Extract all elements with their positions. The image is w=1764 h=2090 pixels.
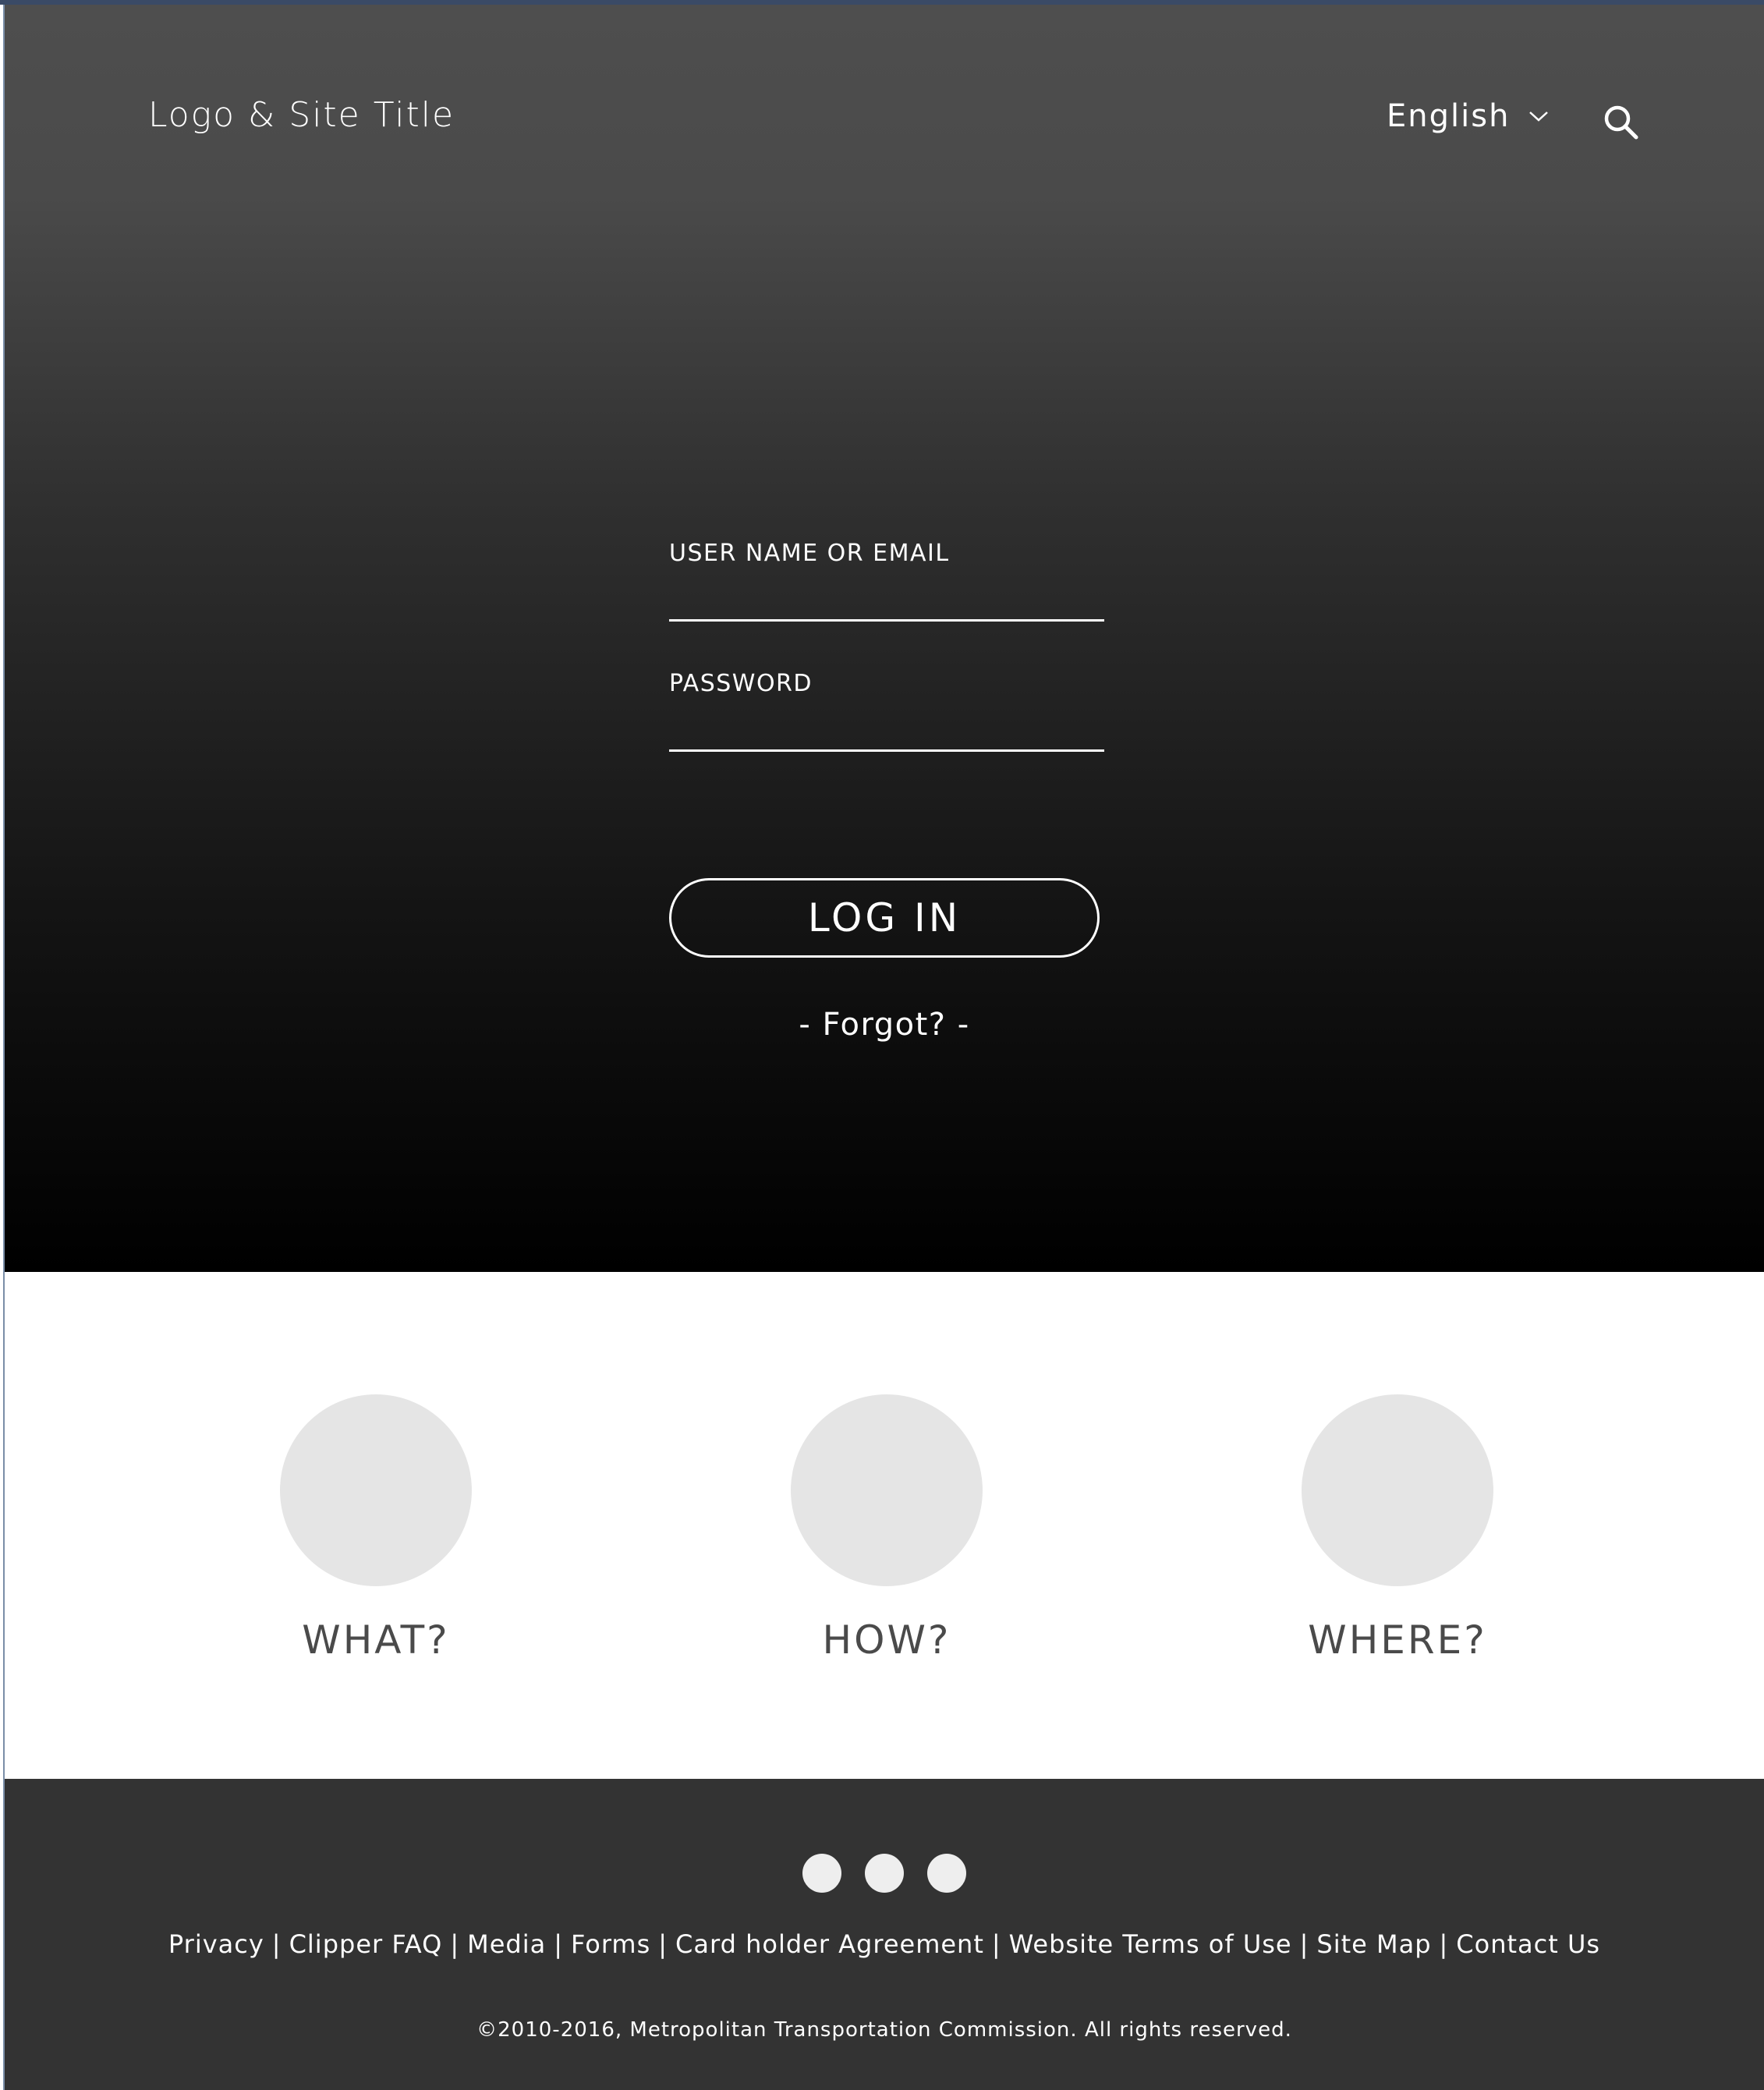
footer-link-forms[interactable]: Forms — [571, 1929, 650, 1959]
footer-separator: | — [450, 1929, 460, 1959]
footer-separator: | — [554, 1929, 563, 1959]
footer-link-site-map[interactable]: Site Map — [1316, 1929, 1431, 1959]
site-title[interactable]: Logo & Site Title — [148, 95, 455, 135]
footer-links: Privacy | Clipper FAQ | Media | Forms | Card hol… — [5, 1929, 1764, 1959]
username-input[interactable] — [669, 583, 1104, 622]
footer-link-media[interactable]: Media — [467, 1929, 546, 1959]
footer-link-privacy[interactable]: Privacy — [168, 1929, 264, 1959]
log-in-button[interactable]: LOG IN — [669, 878, 1100, 958]
username-label: USER NAME OR EMAIL — [669, 540, 950, 567]
copyright-text: ©2010-2016, Metropolitan Transportation … — [476, 2018, 1292, 2042]
password-label: PASSWORD — [669, 670, 813, 697]
footer-separator: | — [1299, 1929, 1309, 1959]
feature-label: WHAT? — [302, 1617, 450, 1663]
language-label: English — [1387, 98, 1511, 134]
footer-separator: | — [1439, 1929, 1449, 1959]
feature-where[interactable]: WHERE? — [1242, 1394, 1553, 1663]
feature-label: HOW? — [822, 1617, 951, 1663]
feature-what[interactable]: WHAT? — [220, 1394, 532, 1663]
forgot-link[interactable]: - Forgot? - — [669, 1007, 1100, 1043]
footer-link-website-terms[interactable]: Website Terms of Use — [1009, 1929, 1292, 1959]
social-icon[interactable] — [802, 1854, 841, 1893]
social-icon[interactable] — [865, 1854, 904, 1893]
feature-image-placeholder — [791, 1394, 983, 1586]
footer-link-clipper-faq[interactable]: Clipper FAQ — [289, 1929, 443, 1959]
page: Logo & Site Title English USER NAME OR E… — [3, 5, 1764, 2090]
social-icon[interactable] — [927, 1854, 966, 1893]
footer-separator: | — [658, 1929, 668, 1959]
chevron-down-icon — [1529, 112, 1549, 122]
footer-separator: | — [271, 1929, 282, 1959]
password-input[interactable] — [669, 713, 1104, 752]
search-icon[interactable] — [1602, 103, 1641, 142]
feature-how[interactable]: HOW? — [731, 1394, 1043, 1663]
social-links — [5, 1854, 1764, 1893]
hero-login-section: Logo & Site Title English USER NAME OR E… — [5, 5, 1764, 1272]
language-selector[interactable]: English — [1387, 98, 1549, 134]
feature-label: WHERE? — [1308, 1617, 1487, 1663]
features-section: WHAT? HOW? WHERE? — [5, 1272, 1764, 1779]
footer: Privacy | Clipper FAQ | Media | Forms | Card hol… — [5, 1779, 1764, 2090]
feature-image-placeholder — [1302, 1394, 1493, 1586]
footer-separator: | — [991, 1929, 1001, 1959]
footer-link-contact-us[interactable]: Contact Us — [1456, 1929, 1600, 1959]
footer-link-card-holder-agreement[interactable]: Card holder Agreement — [675, 1929, 984, 1959]
feature-image-placeholder — [280, 1394, 472, 1586]
